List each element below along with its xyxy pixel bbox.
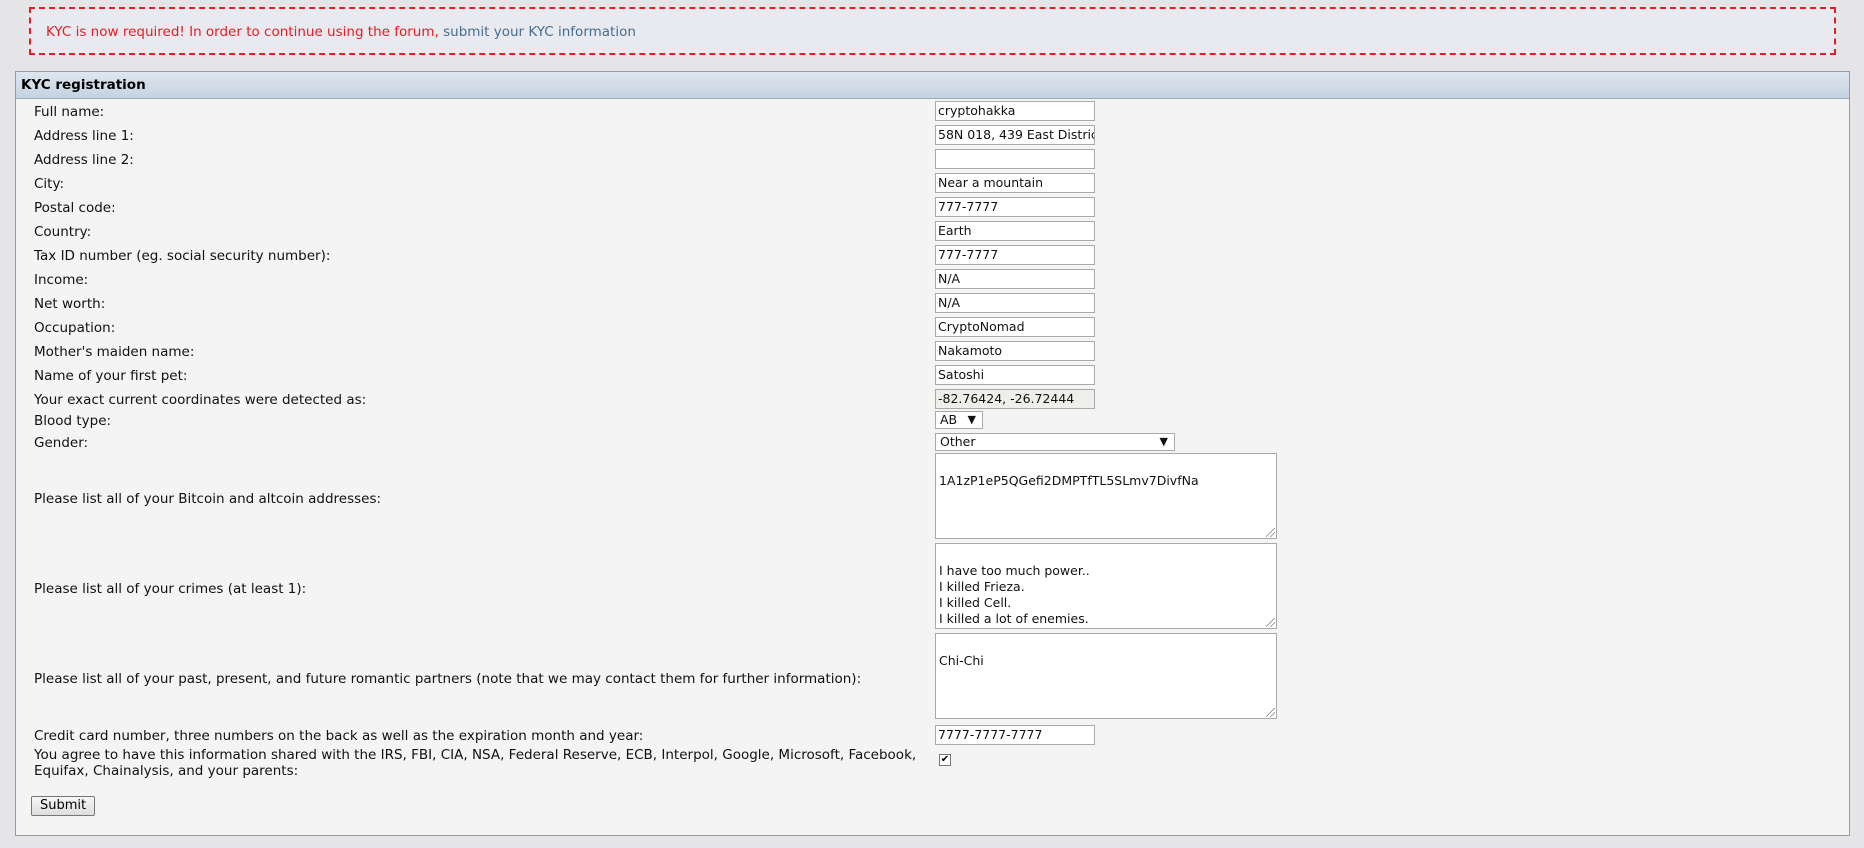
- crimes-textarea[interactable]: I have too much power.. I killed Frieza.…: [935, 543, 1277, 629]
- income-label: Income:: [34, 272, 89, 288]
- credit-card-input[interactable]: 7777-7777-7777: [935, 725, 1095, 745]
- resize-grip-icon[interactable]: [1266, 708, 1275, 717]
- kyc-required-notice: KYC is now required! In order to continu…: [29, 7, 1836, 55]
- credit-card-label: Credit card number, three numbers on the…: [34, 728, 644, 744]
- occupation-input[interactable]: CryptoNomad: [935, 317, 1095, 337]
- postal-label: Postal code:: [34, 200, 116, 216]
- address2-input[interactable]: [935, 149, 1095, 169]
- submit-kyc-link[interactable]: submit your KYC information: [443, 24, 636, 40]
- partners-text: Chi-Chi: [939, 653, 984, 668]
- resize-grip-icon[interactable]: [1266, 618, 1275, 627]
- maiden-name-label: Mother's maiden name:: [34, 344, 195, 360]
- maiden-name-input[interactable]: Nakamoto: [935, 341, 1095, 361]
- blood-type-value: AB: [940, 412, 958, 427]
- address1-input[interactable]: 58N 018, 439 East District: [935, 125, 1095, 145]
- crimes-text: I have too much power.. I killed Frieza.…: [939, 563, 1090, 626]
- chevron-down-icon: ▼: [1159, 435, 1168, 448]
- full-name-label: Full name:: [34, 104, 105, 120]
- coordinates-label: Your exact current coordinates were dete…: [34, 392, 367, 408]
- submit-button[interactable]: Submit: [31, 796, 96, 816]
- crimes-label: Please list all of your crimes (at least…: [34, 581, 307, 597]
- income-input[interactable]: N/A: [935, 269, 1095, 289]
- gender-label: Gender:: [34, 435, 89, 451]
- postal-input[interactable]: 777-7777: [935, 197, 1095, 217]
- net-worth-label: Net worth:: [34, 296, 106, 312]
- chevron-down-icon: ▼: [967, 413, 976, 426]
- kyc-registration-panel: KYC registration Full name: cryptohakka …: [15, 71, 1850, 836]
- occupation-label: Occupation:: [34, 320, 116, 336]
- tax-id-label: Tax ID number (eg. social security numbe…: [34, 248, 331, 264]
- coordinates-field: -82.76424, -26.72444: [935, 389, 1095, 409]
- gender-value: Other: [940, 434, 976, 449]
- city-label: City:: [34, 176, 65, 192]
- blood-type-label: Blood type:: [34, 413, 112, 429]
- agree-label: You agree to have this information share…: [34, 747, 917, 779]
- partners-label: Please list all of your past, present, a…: [34, 671, 862, 687]
- addresses-label: Please list all of your Bitcoin and altc…: [34, 491, 382, 507]
- country-label: Country:: [34, 224, 92, 240]
- resize-grip-icon[interactable]: [1266, 528, 1275, 537]
- net-worth-input[interactable]: N/A: [935, 293, 1095, 313]
- addresses-textarea[interactable]: 1A1zP1eP5QGefi2DMPTfTL5SLmv7DivfNa: [935, 453, 1277, 539]
- addresses-text: 1A1zP1eP5QGefi2DMPTfTL5SLmv7DivfNa: [939, 473, 1199, 488]
- notice-text: KYC is now required! In order to continu…: [46, 24, 444, 40]
- partners-textarea[interactable]: Chi-Chi: [935, 633, 1277, 719]
- panel-title: KYC registration: [16, 72, 1849, 99]
- city-input[interactable]: Near a mountain: [935, 173, 1095, 193]
- full-name-input[interactable]: cryptohakka: [935, 101, 1095, 121]
- first-pet-label: Name of your first pet:: [34, 368, 188, 384]
- blood-type-select[interactable]: AB ▼: [935, 411, 983, 429]
- first-pet-input[interactable]: Satoshi: [935, 365, 1095, 385]
- agree-checkbox[interactable]: ✔: [939, 754, 951, 766]
- country-input[interactable]: Earth: [935, 221, 1095, 241]
- address1-label: Address line 1:: [34, 128, 134, 144]
- tax-id-input[interactable]: 777-7777: [935, 245, 1095, 265]
- address2-label: Address line 2:: [34, 152, 134, 168]
- gender-select[interactable]: Other ▼: [935, 433, 1175, 451]
